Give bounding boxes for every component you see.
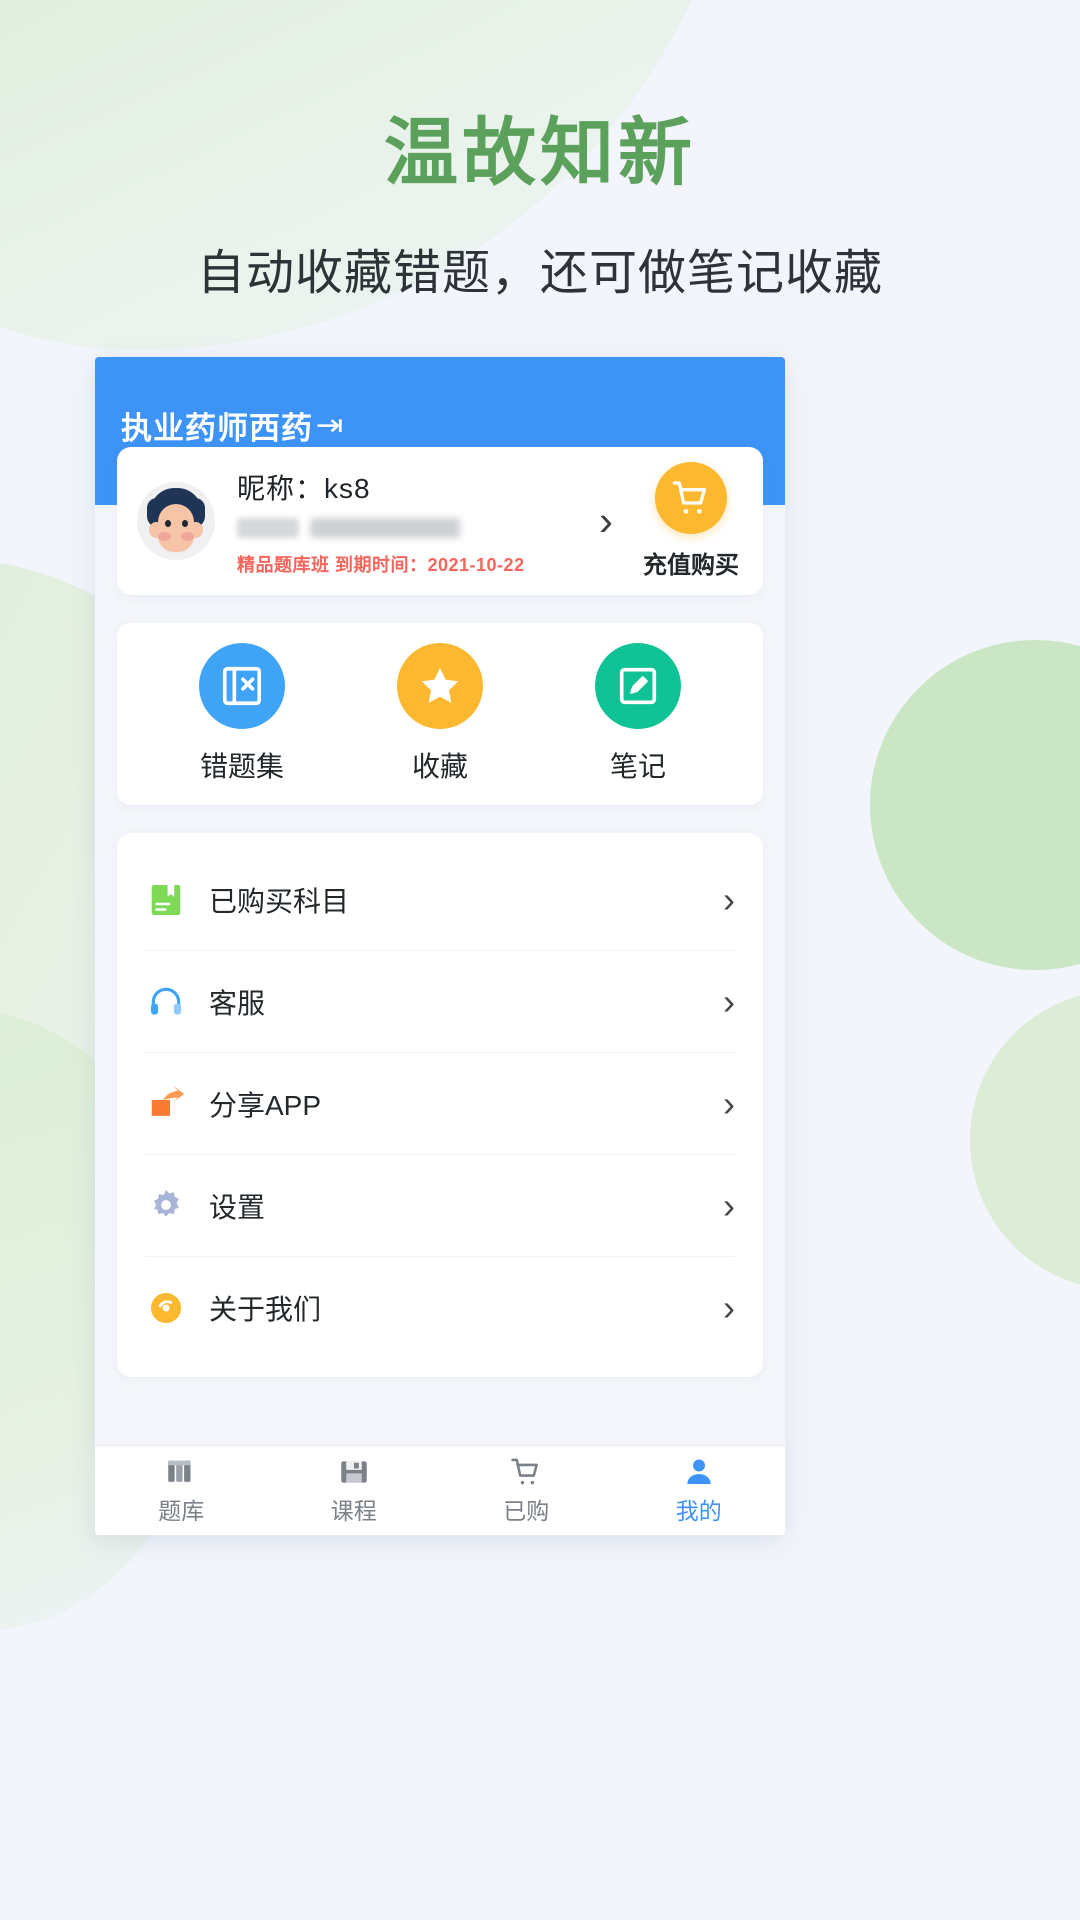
recharge-label: 充值购买 [643,552,739,579]
tab-purchased[interactable]: 已购 [440,1455,613,1526]
cart-icon [655,462,727,534]
menu-list-card: 已购买科目 › 客服 › 分享APP › 设置 › 关于我们 › [117,833,763,1377]
phone-screenshot: 执业药师西药 ⇥ 昵称：ks8 精品题库班 到期时间：2021-10-22 › [95,357,785,1535]
tab-label: 已购 [503,1498,550,1524]
exam-switch-icon[interactable]: ⇥ [316,408,345,443]
chevron-right-icon: › [723,1184,735,1226]
feature-notes[interactable]: 笔记 [563,643,713,785]
tab-label: 课程 [330,1498,377,1524]
headset-icon [145,981,187,1023]
menu-item-label: 已购买科目 [209,885,350,917]
profile-info: 昵称：ks8 精品题库班 到期时间：2021-10-22 [237,465,593,577]
blurred-account-line [237,518,593,538]
avatar [137,482,215,560]
wrong-question-book-icon [199,643,285,729]
books-icon [168,1460,191,1482]
profile-card[interactable]: 昵称：ks8 精品题库班 到期时间：2021-10-22 › 充值购买 [117,447,763,595]
tab-mine[interactable]: 我的 [613,1455,786,1526]
app-header-title-row[interactable]: 执业药师西药 ⇥ [121,403,785,448]
course-icon [341,1461,367,1483]
nickname-text: 昵称：ks8 [237,473,371,504]
feature-shortcut-card: 错题集 收藏 笔记 [117,623,763,805]
menu-item-label: 分享APP [209,1089,322,1121]
feature-label: 收藏 [411,751,468,782]
purchased-subject-icon [145,879,187,921]
chevron-right-icon: › [723,878,735,920]
chevron-right-icon: › [723,1287,735,1328]
tab-courses[interactable]: 课程 [268,1455,441,1526]
person-icon [687,1459,711,1485]
feature-favorites[interactable]: 收藏 [365,643,515,785]
note-pencil-icon [595,643,681,729]
menu-item-customer-service[interactable]: 客服 › [145,951,735,1053]
app-content: 昵称：ks8 精品题库班 到期时间：2021-10-22 › 充值购买 错题集 … [95,447,785,1377]
menu-item-label: 客服 [209,987,266,1019]
page-title: 温故知新 [384,111,696,194]
menu-item-purchased-subjects[interactable]: 已购买科目 › [145,849,735,951]
menu-item-about-us[interactable]: 关于我们 › [145,1257,735,1359]
menu-item-settings[interactable]: 设置 › [145,1155,735,1257]
menu-item-label: 设置 [209,1191,266,1223]
cart-icon [511,1458,539,1485]
star-icon [397,643,483,729]
membership-expiry-text: 精品题库班 到期时间：2021-10-22 [237,555,525,575]
profile-chevron-icon[interactable]: › [599,500,613,542]
tab-label: 我的 [675,1498,722,1524]
page-subtitle: 自动收藏错题，还可做笔记收藏 [196,246,883,300]
app-header-title: 执业药师西药 [121,411,313,446]
feature-label: 笔记 [609,751,666,782]
green-circle-right-lower [970,990,1080,1290]
tab-label: 题库 [158,1498,205,1524]
promo-text-block: 温故知新 自动收藏错题，还可做笔记收藏 [0,0,1080,303]
green-circle-right [870,640,1080,970]
chevron-right-icon: › [723,980,735,1022]
chevron-right-icon: › [723,1082,735,1124]
share-icon [145,1083,187,1125]
feature-wrong-questions[interactable]: 错题集 [167,643,317,785]
bottom-tab-bar: 题库 课程 已购 我的 [95,1445,785,1535]
tab-question-bank[interactable]: 题库 [95,1455,268,1526]
menu-item-label: 关于我们 [209,1294,322,1325]
info-circle-icon [145,1287,187,1329]
menu-item-share-app[interactable]: 分享APP › [145,1053,735,1155]
gear-icon [145,1185,187,1227]
feature-label: 错题集 [199,751,284,782]
recharge-button[interactable]: 充值购买 [639,462,743,580]
